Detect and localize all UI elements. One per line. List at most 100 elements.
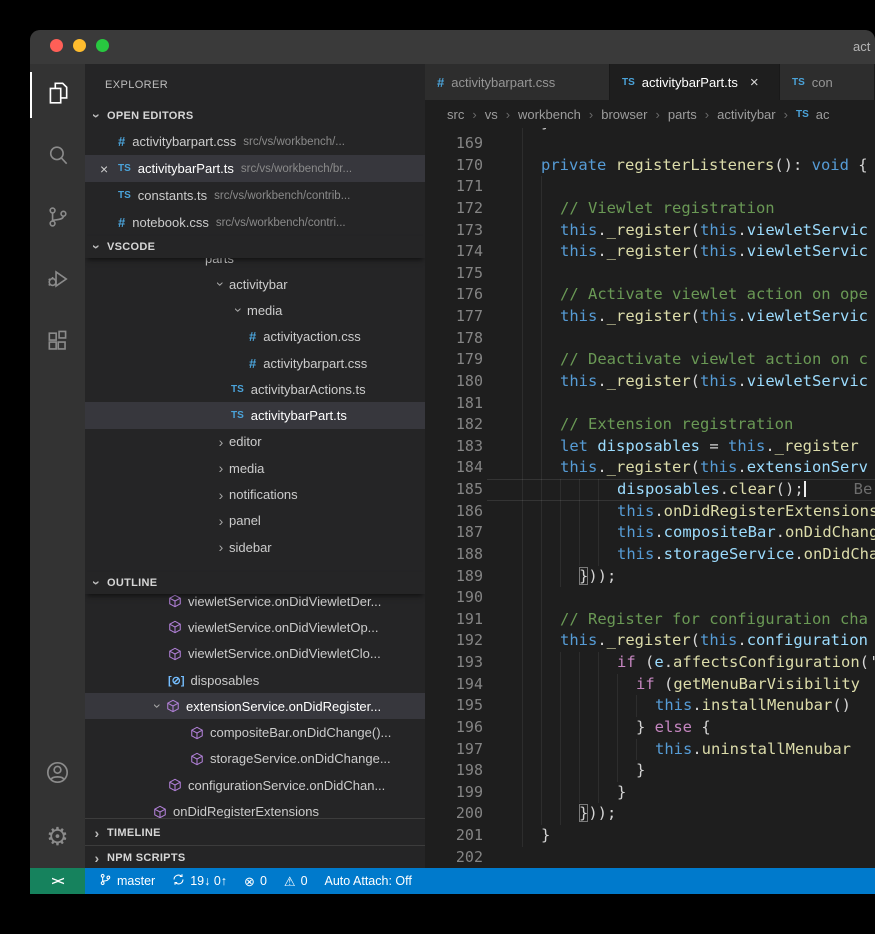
status-warnings-count[interactable]: ⚠0 [284, 874, 308, 888]
open-editor-row[interactable]: ×TSactivitybarPart.tssrc/vs/workbench/br… [85, 155, 425, 182]
breadcrumb-item[interactable]: parts [668, 107, 697, 122]
code-line[interactable]: 181 [425, 393, 875, 415]
code-line[interactable]: 199} [425, 782, 875, 804]
tree-row-activityaction-css[interactable]: #activityaction.css [85, 324, 425, 350]
open-editor-row[interactable]: TSconstants.tssrc/vs/workbench/contrib..… [85, 182, 425, 209]
tree-row-notifications[interactable]: ›notifications [85, 481, 425, 507]
code-line[interactable]: 171 [425, 176, 875, 198]
breadcrumb-item[interactable]: src [447, 107, 464, 122]
outline-item-label: viewletService.onDidViewletClo... [188, 646, 381, 661]
outline-row[interactable]: compositeBar.onDidChange()... [85, 719, 425, 745]
code-line[interactable]: 192this._register(this.configuration [425, 630, 875, 652]
outline-row[interactable]: [⊘]disposables [85, 667, 425, 693]
tree-row-media[interactable]: ›media [85, 297, 425, 323]
code-line[interactable]: 200})); [425, 803, 875, 825]
line-number: 179 [425, 349, 483, 371]
close-window-button[interactable] [50, 39, 63, 52]
code-line[interactable]: 187this.compositeBar.onDidChange [425, 522, 875, 544]
code-line[interactable]: 182// Extension registration [425, 414, 875, 436]
breadcrumb-item[interactable]: TSac [796, 107, 830, 122]
outline-row[interactable]: storageService.onDidChange... [85, 746, 425, 772]
code-line[interactable]: 173this._register(this.viewletServic [425, 220, 875, 242]
explorer-activity-button[interactable] [30, 64, 85, 126]
settings-button[interactable]: ⚙ [30, 806, 85, 868]
editor-tab-activitybarpart-ts[interactable]: TSactivitybarPart.ts× [610, 64, 780, 100]
minimize-window-button[interactable] [73, 39, 86, 52]
code-line[interactable]: 169 [425, 133, 875, 155]
tree-row-media[interactable]: ›media [85, 455, 425, 481]
open-editor-row[interactable]: #notebook.csssrc/vs/workbench/contri... [85, 209, 425, 236]
tree-row-editor[interactable]: ›editor [85, 429, 425, 455]
status-scm-branch[interactable]: master [99, 873, 155, 889]
editor-tab-con[interactable]: TScon [780, 64, 875, 100]
timeline-section-header[interactable]: › TIMELINE [85, 818, 425, 846]
code-line[interactable]: 193if (e.affectsConfiguration('w [425, 652, 875, 674]
tree-row-activitybarpart-ts[interactable]: TSactivitybarPart.ts [85, 402, 425, 428]
zoom-window-button[interactable] [96, 39, 109, 52]
breadcrumb-item[interactable]: vs [485, 107, 498, 122]
tree-row-panel[interactable]: ›panel [85, 508, 425, 534]
tree-row-activitybar[interactable]: ›activitybar [85, 271, 425, 297]
code-line[interactable]: 186this.onDidRegisterExtensions [425, 501, 875, 523]
code-editor[interactable]: 168}169170private registerListeners(): v… [425, 128, 875, 868]
open-editor-row[interactable]: #activitybarpart.csssrc/vs/workbench/... [85, 128, 425, 155]
status-errors-count[interactable]: ⊗0 [244, 874, 267, 888]
tree-row-clipped[interactable]: parts [85, 258, 425, 271]
run-debug-activity-button[interactable] [30, 250, 85, 312]
outline-row[interactable]: viewletService.onDidViewletOp... [85, 614, 425, 640]
code-line[interactable]: 176// Activate viewlet action on ope [425, 284, 875, 306]
chevron-right-icon: › [213, 435, 229, 449]
npm-scripts-section-header[interactable]: › NPM SCRIPTS [85, 845, 425, 868]
vscode-section-header[interactable]: › VSCODE [85, 236, 425, 258]
breadcrumb-item[interactable]: workbench [518, 107, 581, 122]
breadcrumb-item[interactable]: activitybar [717, 107, 776, 122]
code-line[interactable]: 179// Deactivate viewlet action on c [425, 349, 875, 371]
breadcrumb-item[interactable]: browser [601, 107, 647, 122]
code-line[interactable]: 180this._register(this.viewletServic [425, 371, 875, 393]
code-line[interactable]: 170private registerListeners(): void { [425, 155, 875, 177]
line-number: 198 [425, 760, 483, 782]
code-line[interactable]: 194if (getMenuBarVisibility [425, 674, 875, 696]
code-line[interactable]: 178 [425, 328, 875, 350]
editor-tab-activitybarpart-css[interactable]: #activitybarpart.css [425, 64, 610, 100]
close-editor-icon[interactable]: × [100, 161, 118, 177]
close-tab-icon[interactable]: × [750, 74, 759, 91]
code-line[interactable]: 190 [425, 587, 875, 609]
status-auto-attach-toggle[interactable]: Auto Attach: Off [325, 874, 412, 888]
tree-row-activitybarpart-css[interactable]: #activitybarpart.css [85, 350, 425, 376]
code-token: . [737, 631, 746, 649]
code-line[interactable]: 183let disposables = this._register [425, 436, 875, 458]
code-line[interactable]: 197this.uninstallMenubar [425, 739, 875, 761]
status-sync-changes[interactable]: 19↓ 0↑ [172, 873, 227, 889]
code-line[interactable]: 195this.installMenubar() [425, 695, 875, 717]
source-control-activity-button[interactable] [30, 188, 85, 250]
code-line[interactable]: 175 [425, 263, 875, 285]
code-line[interactable]: 184this._register(this.extensionServ [425, 457, 875, 479]
outline-row[interactable]: ›extensionService.onDidRegister... [85, 693, 425, 719]
outline-row[interactable]: onDidRegisterExtensions [85, 798, 425, 818]
code-line[interactable]: 202 [425, 847, 875, 868]
outline-row[interactable]: configurationService.onDidChan... [85, 772, 425, 798]
code-line[interactable]: 191// Register for configuration cha [425, 609, 875, 631]
code-line[interactable]: 172// Viewlet registration [425, 198, 875, 220]
open-editors-header[interactable]: › OPEN EDITORS [85, 105, 425, 127]
code-line[interactable]: 196} else { [425, 717, 875, 739]
extensions-activity-button[interactable] [30, 312, 85, 374]
search-activity-button[interactable] [30, 126, 85, 188]
accounts-button[interactable] [30, 744, 85, 806]
code-token: (); [776, 480, 804, 498]
line-number: 177 [425, 306, 483, 328]
code-line[interactable]: 201} [425, 825, 875, 847]
tree-row-activitybaractions-ts[interactable]: TSactivitybarActions.ts [85, 376, 425, 402]
code-line[interactable]: 189})); [425, 566, 875, 588]
tree-row-sidebar[interactable]: ›sidebar [85, 534, 425, 560]
code-line[interactable]: 198} [425, 760, 875, 782]
outline-row[interactable]: viewletService.onDidViewletClo... [85, 641, 425, 667]
remote-indicator[interactable]: >< [30, 868, 85, 894]
code-line[interactable]: 174this._register(this.viewletServic [425, 241, 875, 263]
code-line[interactable]: 188this.storageService.onDidChan [425, 544, 875, 566]
outline-section-header[interactable]: › OUTLINE [85, 572, 425, 594]
code-line[interactable]: 185disposables.clear();Ber [425, 479, 875, 501]
code-line[interactable]: 177this._register(this.viewletServic [425, 306, 875, 328]
open-editor-path: src/vs/workbench/br... [241, 163, 352, 175]
